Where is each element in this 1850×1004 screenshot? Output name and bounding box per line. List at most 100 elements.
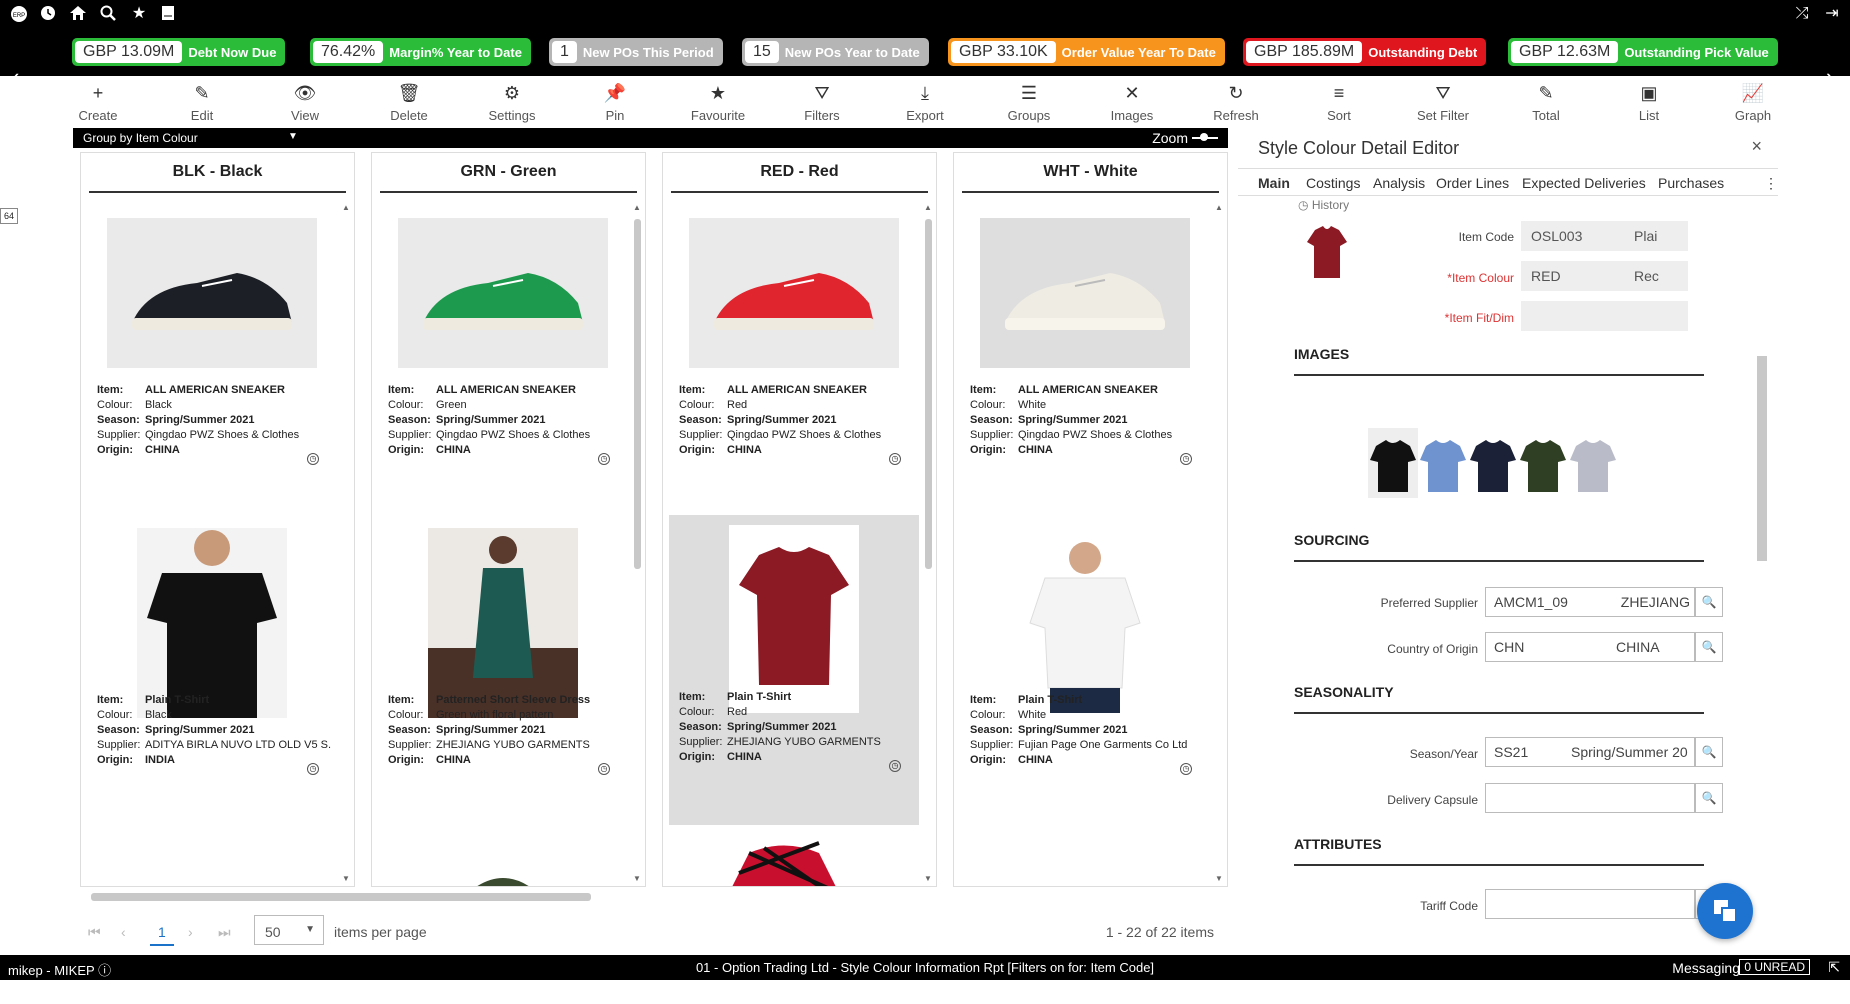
more-icon[interactable]: ⋮: [1764, 175, 1778, 192]
scroll-down-icon[interactable]: ▼: [631, 874, 643, 883]
tab-expected-deliveries[interactable]: Expected Deliveries: [1522, 175, 1646, 191]
product-card-partial[interactable]: [378, 863, 628, 886]
tariff-code-field[interactable]: [1485, 889, 1695, 919]
kpi-margin[interactable]: 76.42% Margin% Year to Date: [310, 38, 531, 66]
column-scrollbar[interactable]: ▲ ▼: [340, 203, 352, 883]
product-card-selected[interactable]: Item: Plain T-Shirt Colour: Red Season: Spr…: [669, 515, 919, 825]
season-year-field[interactable]: SS21 Spring/Summer 20: [1485, 737, 1695, 767]
scroll-up-icon[interactable]: ▲: [631, 203, 643, 212]
tab-order-lines[interactable]: Order Lines: [1436, 175, 1509, 191]
pin-button[interactable]: 📌 Pin: [570, 82, 660, 123]
view-button[interactable]: 👁 View: [260, 82, 350, 123]
chevron-down-icon[interactable]: ▼: [288, 131, 298, 142]
search-icon[interactable]: 🔍: [1695, 632, 1723, 662]
settings-button[interactable]: ⚙ Settings: [467, 82, 557, 123]
images-button[interactable]: ✕ Images: [1087, 82, 1177, 123]
last-page-icon[interactable]: ⏭: [218, 924, 231, 941]
search-icon[interactable]: 🔍: [1695, 737, 1723, 767]
column-scrollbar[interactable]: ▲ ▼: [922, 203, 934, 883]
clock-icon[interactable]: [38, 5, 58, 26]
item-fit-label: *Item Fit/Dim: [1444, 311, 1514, 325]
tab-main[interactable]: Main: [1258, 175, 1290, 191]
list-button[interactable]: ▣ List: [1604, 82, 1694, 123]
favourite-button[interactable]: ★ Favourite: [673, 82, 763, 123]
history-clock-icon[interactable]: ◷: [1180, 763, 1192, 775]
country-of-origin-field[interactable]: CHN CHINA: [1485, 632, 1695, 662]
page-number[interactable]: 1: [150, 924, 174, 946]
scroll-up-icon[interactable]: ▲: [340, 203, 352, 212]
product-card[interactable]: Item: Plain T-Shirt Colour: White Season: S…: [960, 518, 1210, 828]
home-icon[interactable]: [68, 5, 88, 26]
product-card[interactable]: Item: ALL AMERICAN SNEAKER Colour: Black S…: [87, 208, 337, 518]
delivery-capsule-field[interactable]: [1485, 783, 1695, 813]
scroll-up-icon[interactable]: ▲: [1213, 203, 1225, 212]
product-card[interactable]: Item: ALL AMERICAN SNEAKER Colour: Red Sea…: [669, 208, 919, 518]
tab-analysis[interactable]: Analysis: [1373, 175, 1425, 191]
edit-button[interactable]: ✎ Edit: [157, 82, 247, 123]
kpi-new-pos-period[interactable]: 1 New POs This Period: [549, 38, 723, 66]
history-clock-icon[interactable]: ◷: [889, 760, 901, 772]
history-clock-icon[interactable]: ◷: [889, 453, 901, 465]
product-card[interactable]: Item: Patterned Short Sleeve Dress Colour…: [378, 518, 628, 828]
first-page-icon[interactable]: ⏮: [88, 924, 101, 941]
refresh-button[interactable]: ↻ Refresh: [1191, 82, 1281, 123]
product-card[interactable]: Item: Plain T-Shirt Colour: Black Season: S…: [87, 518, 337, 828]
tab-purchases[interactable]: Purchases: [1658, 175, 1724, 191]
product-card[interactable]: Item: ALL AMERICAN SNEAKER Colour: White S…: [960, 208, 1210, 518]
create-button[interactable]: + Create: [53, 82, 143, 123]
search-icon[interactable]: 🔍: [1695, 783, 1723, 813]
preferred-supplier-field[interactable]: AMCM1_09 ZHEJIANG: [1485, 587, 1695, 617]
kpi-debt-now-due[interactable]: GBP 13.09M Debt Now Due: [72, 38, 286, 66]
supplier-value: Qingdao PWZ Shoes & Clothes: [436, 429, 591, 441]
horizontal-scrollbar[interactable]: [73, 890, 1228, 902]
zoom-slider-knob[interactable]: [1200, 133, 1208, 141]
messaging-label[interactable]: Messaging: [1672, 960, 1740, 976]
column-scrollbar[interactable]: ▲ ▼: [631, 203, 643, 883]
delete-button[interactable]: 🗑 Delete: [364, 82, 454, 123]
history-clock-icon[interactable]: ◷: [1180, 453, 1192, 465]
book-icon[interactable]: [158, 5, 178, 26]
kpi-new-pos-ytd[interactable]: 15 New POs Year to Date: [742, 38, 929, 66]
total-button[interactable]: ✎ Total: [1501, 82, 1591, 123]
group-bar[interactable]: Group by Item Colour ▼ Zoom: [73, 128, 1228, 148]
kpi-order-value[interactable]: GBP 33.10K Order Value Year To Date: [948, 38, 1225, 66]
scroll-up-icon[interactable]: ▲: [922, 203, 934, 212]
close-icon[interactable]: ×: [1751, 136, 1762, 157]
history-clock-icon[interactable]: ◷: [598, 453, 610, 465]
origin-label: Origin:: [970, 754, 1007, 766]
column-scrollbar[interactable]: ▲ ▼: [1213, 203, 1225, 883]
groups-button[interactable]: ☰ Groups: [984, 82, 1074, 123]
tab-costings[interactable]: Costings: [1306, 175, 1360, 191]
expand-icon[interactable]: ⇱: [1828, 959, 1840, 976]
filters-button[interactable]: ⛛ Filters: [777, 82, 867, 123]
product-card[interactable]: Item: ALL AMERICAN SNEAKER Colour: Green S…: [378, 208, 628, 518]
product-card-partial[interactable]: [669, 833, 919, 886]
history-link[interactable]: ◷ History: [1298, 198, 1349, 212]
scroll-down-icon[interactable]: ▼: [1213, 874, 1225, 883]
graph-button[interactable]: 📈 Graph: [1708, 82, 1798, 123]
erp-logo-icon[interactable]: ERP: [9, 5, 29, 28]
next-page-icon[interactable]: ›: [188, 924, 193, 940]
shuffle-icon[interactable]: ⤮: [1792, 5, 1812, 23]
floating-action-button[interactable]: [1697, 883, 1753, 939]
logout-icon[interactable]: ⇥: [1822, 5, 1842, 23]
history-clock-icon[interactable]: ◷: [307, 763, 319, 775]
image-gallery[interactable]: [1368, 428, 1638, 498]
search-icon[interactable]: [98, 5, 118, 26]
search-icon[interactable]: 🔍: [1695, 587, 1723, 617]
scroll-down-icon[interactable]: ▼: [922, 874, 934, 883]
attributes-section-title: ATTRIBUTES: [1294, 836, 1704, 866]
export-button[interactable]: ⤓ Export: [880, 82, 970, 123]
prev-page-icon[interactable]: ‹: [121, 924, 126, 940]
per-page-select[interactable]: 50 ▼: [254, 915, 324, 945]
history-clock-icon[interactable]: ◷: [307, 453, 319, 465]
star-icon[interactable]: ★: [129, 5, 149, 23]
scroll-down-icon[interactable]: ▼: [340, 874, 352, 883]
set-filter-button[interactable]: ⛛ Set Filter: [1398, 82, 1488, 123]
unread-badge[interactable]: 0 UNREAD: [1739, 959, 1810, 975]
kpi-outstanding-debt[interactable]: GBP 185.89M Outstanding Debt: [1243, 38, 1487, 66]
kpi-outstanding-pick[interactable]: GBP 12.63M Outstanding Pick Value: [1508, 38, 1778, 66]
panel-scrollbar[interactable]: [1755, 340, 1769, 950]
sort-button[interactable]: ≡ Sort: [1294, 82, 1384, 123]
history-clock-icon[interactable]: ◷: [598, 763, 610, 775]
